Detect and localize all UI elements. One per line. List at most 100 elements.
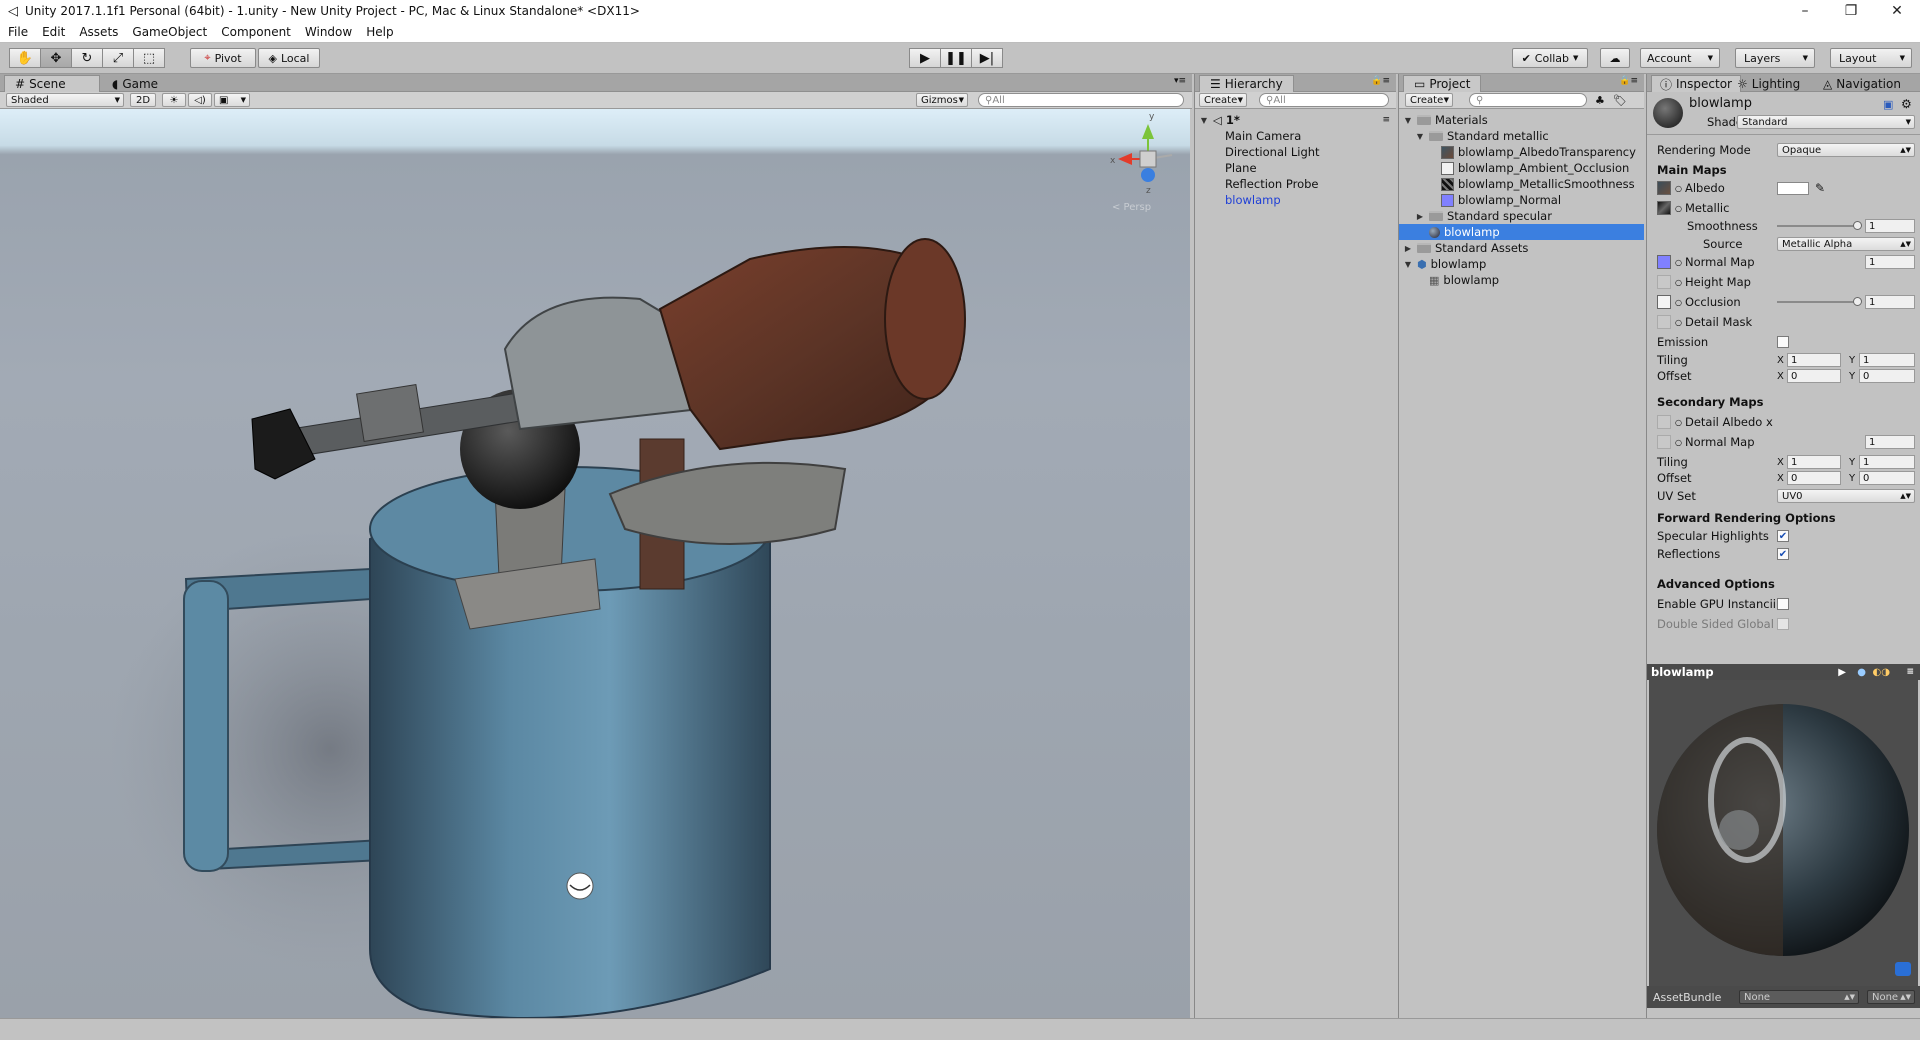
tab-inspector[interactable]: ⓘ Inspector bbox=[1651, 75, 1741, 92]
smoothness-field[interactable]: 1 bbox=[1865, 219, 1915, 233]
menu-file[interactable]: File bbox=[0, 25, 34, 39]
normal-map-texture-slot[interactable] bbox=[1657, 255, 1671, 269]
preview-light-icon[interactable]: ◐◑ bbox=[1873, 667, 1890, 678]
tab-game[interactable]: ◖ Game bbox=[102, 75, 168, 92]
source-dropdown[interactable]: Metallic Alpha ▲▼ bbox=[1777, 237, 1915, 251]
panel-menu-icon[interactable]: ▾≡ bbox=[1174, 76, 1186, 86]
metallic-texture-slot[interactable] bbox=[1657, 201, 1671, 215]
scene-menu-icon[interactable]: ≡ bbox=[1382, 115, 1390, 125]
gpu-instancing-checkbox[interactable] bbox=[1777, 598, 1789, 610]
offset-y-field[interactable]: 0 bbox=[1859, 369, 1915, 383]
project-item[interactable]: ▼ Materials bbox=[1399, 112, 1644, 128]
hierarchy-create-dropdown[interactable]: Create ▼ bbox=[1199, 93, 1247, 107]
rotate-icon[interactable]: ↻ bbox=[71, 48, 103, 68]
effects-dropdown[interactable]: ▣ ▼ bbox=[214, 93, 250, 107]
assetbundle-dropdown[interactable]: None ▲▼ bbox=[1739, 990, 1859, 1004]
tab-scene[interactable]: # Scene bbox=[4, 75, 100, 92]
project-item[interactable]: ▶ Standard specular bbox=[1399, 208, 1644, 224]
account-dropdown[interactable]: Account ▼ bbox=[1640, 48, 1720, 68]
2d-toggle[interactable]: 2D bbox=[130, 93, 156, 107]
lock-icon[interactable]: 🔒≡ bbox=[1619, 76, 1638, 86]
occlusion-texture-slot[interactable] bbox=[1657, 295, 1671, 309]
uv-set-dropdown[interactable]: UV0 ▲▼ bbox=[1777, 489, 1915, 503]
gear-icon[interactable]: ⚙ bbox=[1901, 97, 1912, 111]
smoothness-slider-track[interactable] bbox=[1777, 225, 1857, 227]
albedo-color-field[interactable] bbox=[1777, 181, 1809, 195]
menu-component[interactable]: Component bbox=[213, 25, 297, 39]
persp-label[interactable]: < Persp bbox=[1112, 202, 1151, 213]
tab-navigation[interactable]: ◬ Navigation bbox=[1817, 75, 1907, 92]
emission-checkbox[interactable] bbox=[1777, 336, 1789, 348]
tiling-x-field[interactable]: 1 bbox=[1787, 353, 1841, 367]
collab-button[interactable]: ✔ Collab ▼ bbox=[1512, 48, 1588, 68]
preview-sphere-icon[interactable]: ● bbox=[1857, 667, 1866, 678]
picker-dot-icon[interactable]: ○ bbox=[1675, 258, 1682, 267]
layout-dropdown[interactable]: Layout ▼ bbox=[1830, 48, 1912, 68]
hierarchy-search-input[interactable]: ⚲ All bbox=[1259, 93, 1389, 107]
normal-scale-field[interactable]: 1 bbox=[1865, 255, 1915, 269]
sec-normal-scale-field[interactable]: 1 bbox=[1865, 435, 1915, 449]
expand-arrow-icon[interactable]: ▼ bbox=[1403, 260, 1413, 269]
offset-x-field[interactable]: 0 bbox=[1787, 369, 1841, 383]
hier-item-directional-light[interactable]: Directional Light bbox=[1225, 144, 1320, 160]
picker-dot-icon[interactable]: ○ bbox=[1675, 204, 1682, 213]
close-button[interactable]: ✕ bbox=[1874, 0, 1920, 22]
menu-help[interactable]: Help bbox=[358, 25, 399, 39]
orientation-gizmo[interactable]: y z x bbox=[1110, 112, 1173, 196]
project-item[interactable]: blowlamp_MetallicSmoothness bbox=[1399, 176, 1644, 192]
lock-icon[interactable]: 🔒≡ bbox=[1371, 76, 1390, 86]
sec-normal-map-texture-slot[interactable] bbox=[1657, 435, 1671, 449]
hand-icon[interactable]: ✋ bbox=[9, 48, 41, 68]
tiling-y-field[interactable]: 1 bbox=[1859, 353, 1915, 367]
project-create-dropdown[interactable]: Create ▼ bbox=[1405, 93, 1453, 107]
expand-arrow-icon[interactable]: ▶ bbox=[1415, 212, 1425, 221]
menu-gameobject[interactable]: GameObject bbox=[124, 25, 213, 39]
help-book-icon[interactable]: ▣ bbox=[1883, 98, 1893, 111]
lighting-toggle[interactable]: ☀ bbox=[162, 93, 186, 107]
step-button[interactable]: ▶| bbox=[971, 48, 1003, 68]
project-item[interactable]: blowlamp_Normal bbox=[1399, 192, 1644, 208]
move-icon[interactable]: ✥ bbox=[40, 48, 72, 68]
audio-toggle[interactable]: ◁) bbox=[188, 93, 212, 107]
minimize-button[interactable]: – bbox=[1782, 0, 1828, 22]
preview-play-icon[interactable]: ▶ bbox=[1838, 667, 1846, 678]
picker-dot-icon[interactable]: ○ bbox=[1675, 318, 1682, 327]
rect-tool-icon[interactable]: ⬚ bbox=[133, 48, 165, 68]
shader-dropdown[interactable]: Standard ▼ bbox=[1737, 115, 1915, 129]
menu-window[interactable]: Window bbox=[297, 25, 358, 39]
occlusion-slider-track[interactable] bbox=[1777, 301, 1857, 303]
project-item[interactable]: blowlamp bbox=[1399, 224, 1644, 240]
scene-root[interactable]: ▼ ◁ 1* ≡ bbox=[1199, 112, 1396, 128]
detail-mask-texture-slot[interactable] bbox=[1657, 315, 1671, 329]
menu-edit[interactable]: Edit bbox=[34, 25, 71, 39]
filter-label-icon[interactable]: 🏷 bbox=[1613, 94, 1627, 107]
smoothness-slider-knob[interactable] bbox=[1853, 221, 1862, 230]
hier-item-plane[interactable]: Plane bbox=[1225, 160, 1257, 176]
detail-albedo-texture-slot[interactable] bbox=[1657, 415, 1671, 429]
hier-item-blowlamp[interactable]: blowlamp bbox=[1225, 192, 1281, 208]
cloud-button[interactable]: ☁ bbox=[1600, 48, 1630, 68]
pivot-button[interactable]: ⌖ Pivot bbox=[190, 48, 256, 68]
project-item[interactable]: ▶ Standard Assets bbox=[1399, 240, 1644, 256]
picker-dot-icon[interactable]: ○ bbox=[1675, 438, 1682, 447]
preview-menu-icon[interactable]: ≡ bbox=[1906, 667, 1914, 677]
play-button[interactable]: ▶ bbox=[909, 48, 941, 68]
occlusion-slider-knob[interactable] bbox=[1853, 297, 1862, 306]
shading-dropdown[interactable]: Shaded ▼ bbox=[6, 93, 124, 107]
albedo-texture-slot[interactable] bbox=[1657, 181, 1671, 195]
scale-icon[interactable]: ⤢ bbox=[102, 48, 134, 68]
picker-dot-icon[interactable]: ○ bbox=[1675, 278, 1682, 287]
hier-item-reflection-probe[interactable]: Reflection Probe bbox=[1225, 176, 1319, 192]
preview-tag-icon[interactable] bbox=[1895, 962, 1911, 976]
project-item[interactable]: ▦ blowlamp bbox=[1399, 272, 1644, 288]
scene-viewport[interactable]: y z x < Persp bbox=[0, 109, 1190, 1018]
project-item[interactable]: ▼ ⬢ blowlamp bbox=[1399, 256, 1644, 272]
sec-tiling-x-field[interactable]: 1 bbox=[1787, 455, 1841, 469]
sec-tiling-y-field[interactable]: 1 bbox=[1859, 455, 1915, 469]
tab-hierarchy[interactable]: ☰ Hierarchy bbox=[1199, 75, 1294, 92]
picker-dot-icon[interactable]: ○ bbox=[1675, 184, 1682, 193]
layers-dropdown[interactable]: Layers ▼ bbox=[1735, 48, 1815, 68]
maximize-button[interactable]: ❐ bbox=[1828, 0, 1874, 22]
expand-arrow-icon[interactable]: ▶ bbox=[1403, 244, 1413, 253]
project-search-input[interactable]: ⚲ bbox=[1469, 93, 1587, 107]
